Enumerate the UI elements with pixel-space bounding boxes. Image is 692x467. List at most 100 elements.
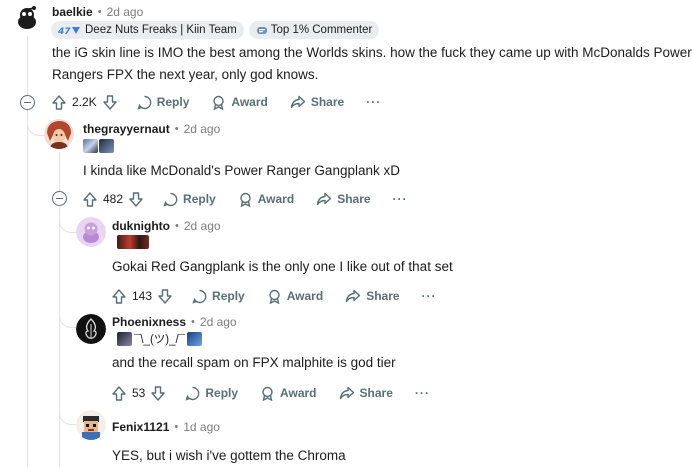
share-icon <box>345 289 361 303</box>
username[interactable]: duknighto <box>112 219 170 233</box>
vote-score: 482 <box>103 192 124 206</box>
avatar[interactable] <box>44 119 74 149</box>
award-icon <box>267 289 282 304</box>
avatar[interactable] <box>76 410 106 440</box>
flair-emoji-icon <box>83 139 98 153</box>
upvote-icon[interactable] <box>52 94 66 110</box>
thread-connector <box>27 110 44 136</box>
share-button[interactable]: Share <box>345 289 400 303</box>
comment-text-line: I kinda like McDonald's Power Ranger Gan… <box>83 163 400 178</box>
thread-line-root-2 <box>27 110 28 467</box>
comment-body: Gokai Red Gangplank is the only one I li… <box>112 256 453 278</box>
vote-score: 53 <box>132 386 146 400</box>
comment-actions: 2.2K Reply Award Share ··· <box>52 92 403 112</box>
reply-button[interactable]: Reply <box>192 289 245 304</box>
comment-text-line: Rangers FPX the next year, only god know… <box>52 67 319 82</box>
comment-text-line: and the recall spam on FPX malphite is g… <box>112 355 396 370</box>
separator: • <box>174 421 179 433</box>
upvote-icon[interactable] <box>112 385 126 401</box>
flair-emoji-icon <box>187 332 203 346</box>
share-label: Share <box>359 386 393 400</box>
timestamp[interactable]: 2d ago <box>184 219 221 233</box>
thread-line-root <box>27 36 28 96</box>
more-options-button[interactable]: ··· <box>422 289 437 303</box>
downvote-icon[interactable] <box>151 385 166 401</box>
share-label: Share <box>310 95 345 109</box>
flair-emoji-icon <box>99 139 114 153</box>
downvote-icon[interactable] <box>158 288 172 304</box>
collapse-button[interactable] <box>52 191 67 206</box>
comment-body: and the recall spam on FPX malphite is g… <box>112 352 396 374</box>
more-dots-icon: ··· <box>414 386 430 400</box>
award-icon <box>238 192 253 207</box>
more-dots-icon: ··· <box>392 192 408 206</box>
comment-bubble-icon <box>163 192 178 207</box>
comment-actions: 53 Reply Award Share ··· <box>112 383 452 403</box>
comment-body: YES, but i wish i've gottem the Chroma <box>112 445 346 467</box>
reply-button[interactable]: Reply <box>163 192 216 207</box>
share-button[interactable]: Share <box>290 95 344 109</box>
more-options-button[interactable]: ··· <box>393 192 408 206</box>
badge-label: Top 1% Commenter <box>270 24 373 36</box>
flair-text: ¯\_(ツ)_/¯ <box>134 334 186 346</box>
avatar[interactable] <box>76 314 106 344</box>
comment-meta: Fenix1121 • 1d ago <box>112 420 220 434</box>
timestamp[interactable]: 2d ago <box>200 315 237 329</box>
reply-button[interactable]: Reply <box>185 386 238 401</box>
flair-label: Deez Nuts Freaks | Kiin Team <box>85 24 237 36</box>
share-button[interactable]: Share <box>339 386 393 400</box>
flair-emoji-icon <box>117 235 149 249</box>
reply-label: Reply <box>183 192 216 206</box>
award-button[interactable]: Award <box>238 192 294 207</box>
separator: • <box>191 316 195 328</box>
award-icon <box>211 95 226 110</box>
user-flair: ¯\_(ツ)_/¯ <box>117 331 203 347</box>
comment-actions: 482 Reply Award Share ··· <box>83 189 430 209</box>
share-label: Share <box>337 192 371 206</box>
award-label: Award <box>257 192 295 206</box>
more-options-button[interactable]: ··· <box>415 386 430 400</box>
thread-connector <box>59 234 76 328</box>
vote-controls: 482 <box>83 191 143 207</box>
username[interactable]: Fenix1121 <box>112 420 169 434</box>
upvote-icon[interactable] <box>83 191 97 207</box>
collapse-button[interactable] <box>20 95 35 110</box>
top-commenter-badge: Top 1% Commenter <box>248 21 380 39</box>
comment-meta: Phoenixness • 2d ago <box>112 315 237 329</box>
vote-controls: 53 <box>112 385 166 401</box>
username[interactable]: Phoenixness <box>112 315 186 329</box>
avatar[interactable] <box>76 217 106 247</box>
reply-label: Reply <box>156 95 190 109</box>
comment-text-line: Gokai Red Gangplank is the only one I li… <box>112 259 453 274</box>
more-options-button[interactable]: ··· <box>366 95 381 109</box>
timestamp[interactable]: 1d ago <box>183 420 220 434</box>
vote-controls: 2.2K <box>52 94 117 110</box>
comment-text-line: the iG skin line is IMO the best among t… <box>52 45 692 60</box>
upvote-icon[interactable] <box>112 288 126 304</box>
reply-button[interactable]: Reply <box>137 95 190 110</box>
share-button[interactable]: Share <box>316 192 371 206</box>
user-flair <box>83 138 114 154</box>
vote-score: 2.2K <box>72 95 97 109</box>
vote-controls: 143 <box>112 288 172 304</box>
comment-body: I kinda like McDonald's Power Ranger Gan… <box>83 160 400 182</box>
vote-score: 143 <box>132 289 153 303</box>
timestamp[interactable]: 2d ago <box>107 5 144 19</box>
username[interactable]: baelkie <box>52 5 93 19</box>
award-button[interactable]: Award <box>260 386 317 401</box>
user-flair: 47 Deez Nuts Freaks | Kiin Team <box>51 21 244 39</box>
comment-body: the iG skin line is IMO the best among t… <box>52 42 692 86</box>
award-button[interactable]: Award <box>267 289 323 304</box>
user-flair <box>117 234 149 250</box>
award-label: Award <box>231 95 268 109</box>
avatar[interactable] <box>12 4 42 34</box>
separator: • <box>174 220 179 232</box>
username[interactable]: thegrayyernaut <box>83 122 170 136</box>
share-icon <box>316 192 332 206</box>
comment-actions: 143 Reply Award Share ··· <box>112 286 459 306</box>
downvote-icon[interactable] <box>102 94 117 110</box>
downvote-icon[interactable] <box>129 191 143 207</box>
timestamp[interactable]: 2d ago <box>184 122 221 136</box>
separator: • <box>174 123 179 135</box>
award-button[interactable]: Award <box>211 95 268 110</box>
